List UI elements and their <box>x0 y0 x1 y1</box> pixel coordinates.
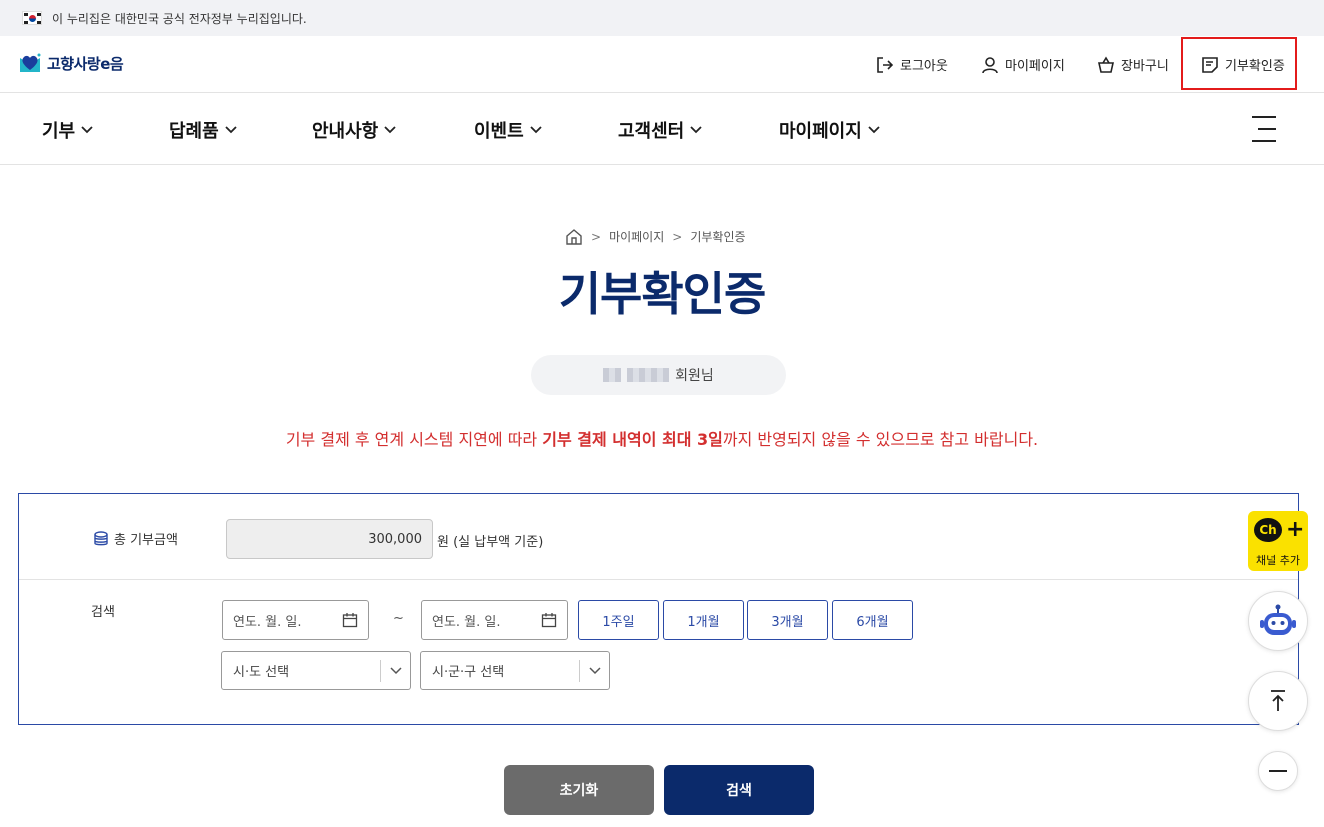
breadcrumb: > 마이페이지 > 기부확인증 <box>565 228 746 245</box>
row-divider <box>19 579 1298 580</box>
period-3month-button[interactable]: 3개월 <box>747 600 828 640</box>
certificate-highlight-box <box>1181 37 1297 90</box>
notice-text: 까지 반영되지 않을 수 있으므로 참고 바랍니다. <box>722 430 1039 449</box>
chevron-down-icon <box>868 126 880 134</box>
breadcrumb-item-mypage[interactable]: 마이페이지 <box>609 228 664 245</box>
cart-label: 장바구니 <box>1121 59 1169 74</box>
nav-label: 기부 <box>42 121 76 142</box>
sido-select-value: 시·도 선택 <box>233 665 290 680</box>
calendar-icon[interactable] <box>342 612 358 628</box>
global-nav: 기부 답례품 안내사항 이벤트 고객센터 마이페이지 <box>0 93 1324 165</box>
page-title: 기부확인증 <box>558 267 767 321</box>
nav-item-mypage[interactable]: 마이페이지 <box>779 117 880 143</box>
zoom-out-button[interactable] <box>1258 751 1298 791</box>
sigungu-select-value: 시·군·구 선택 <box>432 665 505 680</box>
period-1week-button[interactable]: 1주일 <box>578 600 659 640</box>
chatbot-robot-icon <box>1260 604 1296 635</box>
total-amount-unit: 원 (실 납부액 기준) <box>437 535 544 550</box>
chevron-down-icon <box>530 126 542 134</box>
masked-name <box>627 368 670 382</box>
breadcrumb-separator: > <box>591 229 602 244</box>
member-suffix: 회원님 <box>675 368 714 384</box>
total-amount-label-text: 총 기부금액 <box>114 533 178 548</box>
site-logo[interactable]: 고향사랑e음 <box>18 52 124 74</box>
gov-banner-text: 이 누리집은 대한민국 공식 전자정부 누리집입니다. <box>52 11 307 26</box>
end-date-input[interactable]: 연도. 월. 일. <box>421 600 568 640</box>
nav-item-support[interactable]: 고객센터 <box>618 117 702 143</box>
chevron-down-icon <box>690 126 702 134</box>
end-date-placeholder: 연도. 월. 일. <box>432 614 501 630</box>
logo-heart-icon <box>18 52 42 74</box>
chevron-down-icon <box>384 126 396 134</box>
notice-text: 기부 결제 후 연계 시스템 지연에 따라 <box>285 430 543 449</box>
scroll-top-button[interactable] <box>1248 671 1308 731</box>
search-label: 검색 <box>91 605 115 620</box>
kakao-channel-icon: Ch <box>1254 518 1282 542</box>
chatbot-button[interactable] <box>1248 591 1308 651</box>
basket-icon <box>1098 55 1114 73</box>
reset-button[interactable]: 초기화 <box>504 765 654 815</box>
total-amount-field: 300,000 <box>226 519 433 559</box>
plus-icon: + <box>1286 517 1305 542</box>
calendar-icon[interactable] <box>541 612 557 628</box>
korea-flag-icon <box>22 11 42 25</box>
date-range-tilde: ~ <box>393 611 404 626</box>
gov-banner: 이 누리집은 대한민국 공식 전자정부 누리집입니다. <box>0 0 1324 36</box>
sigungu-select[interactable]: 시·군·구 선택 <box>420 651 610 690</box>
masked-name <box>603 368 622 382</box>
notice-emphasis: 기부 결제 내역이 최대 3일 <box>542 430 723 449</box>
nav-label: 답례품 <box>169 121 219 142</box>
home-icon[interactable] <box>565 228 583 245</box>
coins-icon <box>94 530 108 545</box>
logo-text: 고향사랑e음 <box>47 54 124 73</box>
user-icon <box>982 56 998 73</box>
hamburger-menu-icon[interactable] <box>1250 116 1276 142</box>
start-date-input[interactable]: 연도. 월. 일. <box>222 600 369 640</box>
member-name-pill: 회원님 <box>531 355 786 395</box>
arrow-up-icon <box>1271 690 1285 711</box>
breadcrumb-item-certificate: 기부확인증 <box>690 230 746 244</box>
total-amount-label: 총 기부금액 <box>93 529 178 548</box>
kakao-channel-button[interactable]: Ch + 채널 추가 <box>1248 511 1308 571</box>
chevron-down-icon <box>579 660 609 682</box>
delay-notice: 기부 결제 후 연계 시스템 지연에 따라 기부 결제 내역이 최대 3일까지 … <box>0 426 1324 450</box>
nav-label: 고객센터 <box>618 121 685 142</box>
nav-label: 마이페이지 <box>779 121 862 142</box>
nav-item-guide[interactable]: 안내사항 <box>312 117 396 143</box>
chevron-down-icon <box>225 126 237 134</box>
nav-label: 안내사항 <box>312 121 379 142</box>
breadcrumb-separator: > <box>672 229 683 244</box>
nav-label: 이벤트 <box>474 121 524 142</box>
logout-link[interactable]: 로그아웃 <box>876 36 948 93</box>
sido-select[interactable]: 시·도 선택 <box>221 651 411 690</box>
chevron-down-icon <box>81 126 93 134</box>
start-date-placeholder: 연도. 월. 일. <box>233 614 302 630</box>
logout-icon <box>877 56 894 73</box>
logout-label: 로그아웃 <box>900 59 948 74</box>
search-button[interactable]: 검색 <box>664 765 814 815</box>
minus-icon <box>1269 770 1287 772</box>
mypage-label: 마이페이지 <box>1005 59 1065 74</box>
nav-item-donation[interactable]: 기부 <box>42 117 93 143</box>
site-header: 고향사랑e음 로그아웃 마이페이지 장바구니 기부확인증 <box>0 36 1324 93</box>
search-form: 총 기부금액 300,000 원 (실 납부액 기준) 검색 연도. 월. 일.… <box>18 493 1299 725</box>
period-1month-button[interactable]: 1개월 <box>663 600 744 640</box>
cart-link[interactable]: 장바구니 <box>1097 36 1169 93</box>
chevron-down-icon <box>380 660 410 682</box>
period-6month-button[interactable]: 6개월 <box>832 600 913 640</box>
kakao-channel-label: 채널 추가 <box>1256 554 1300 567</box>
mypage-link[interactable]: 마이페이지 <box>981 36 1065 93</box>
nav-item-event[interactable]: 이벤트 <box>474 117 542 143</box>
nav-item-gifts[interactable]: 답례품 <box>169 117 237 143</box>
